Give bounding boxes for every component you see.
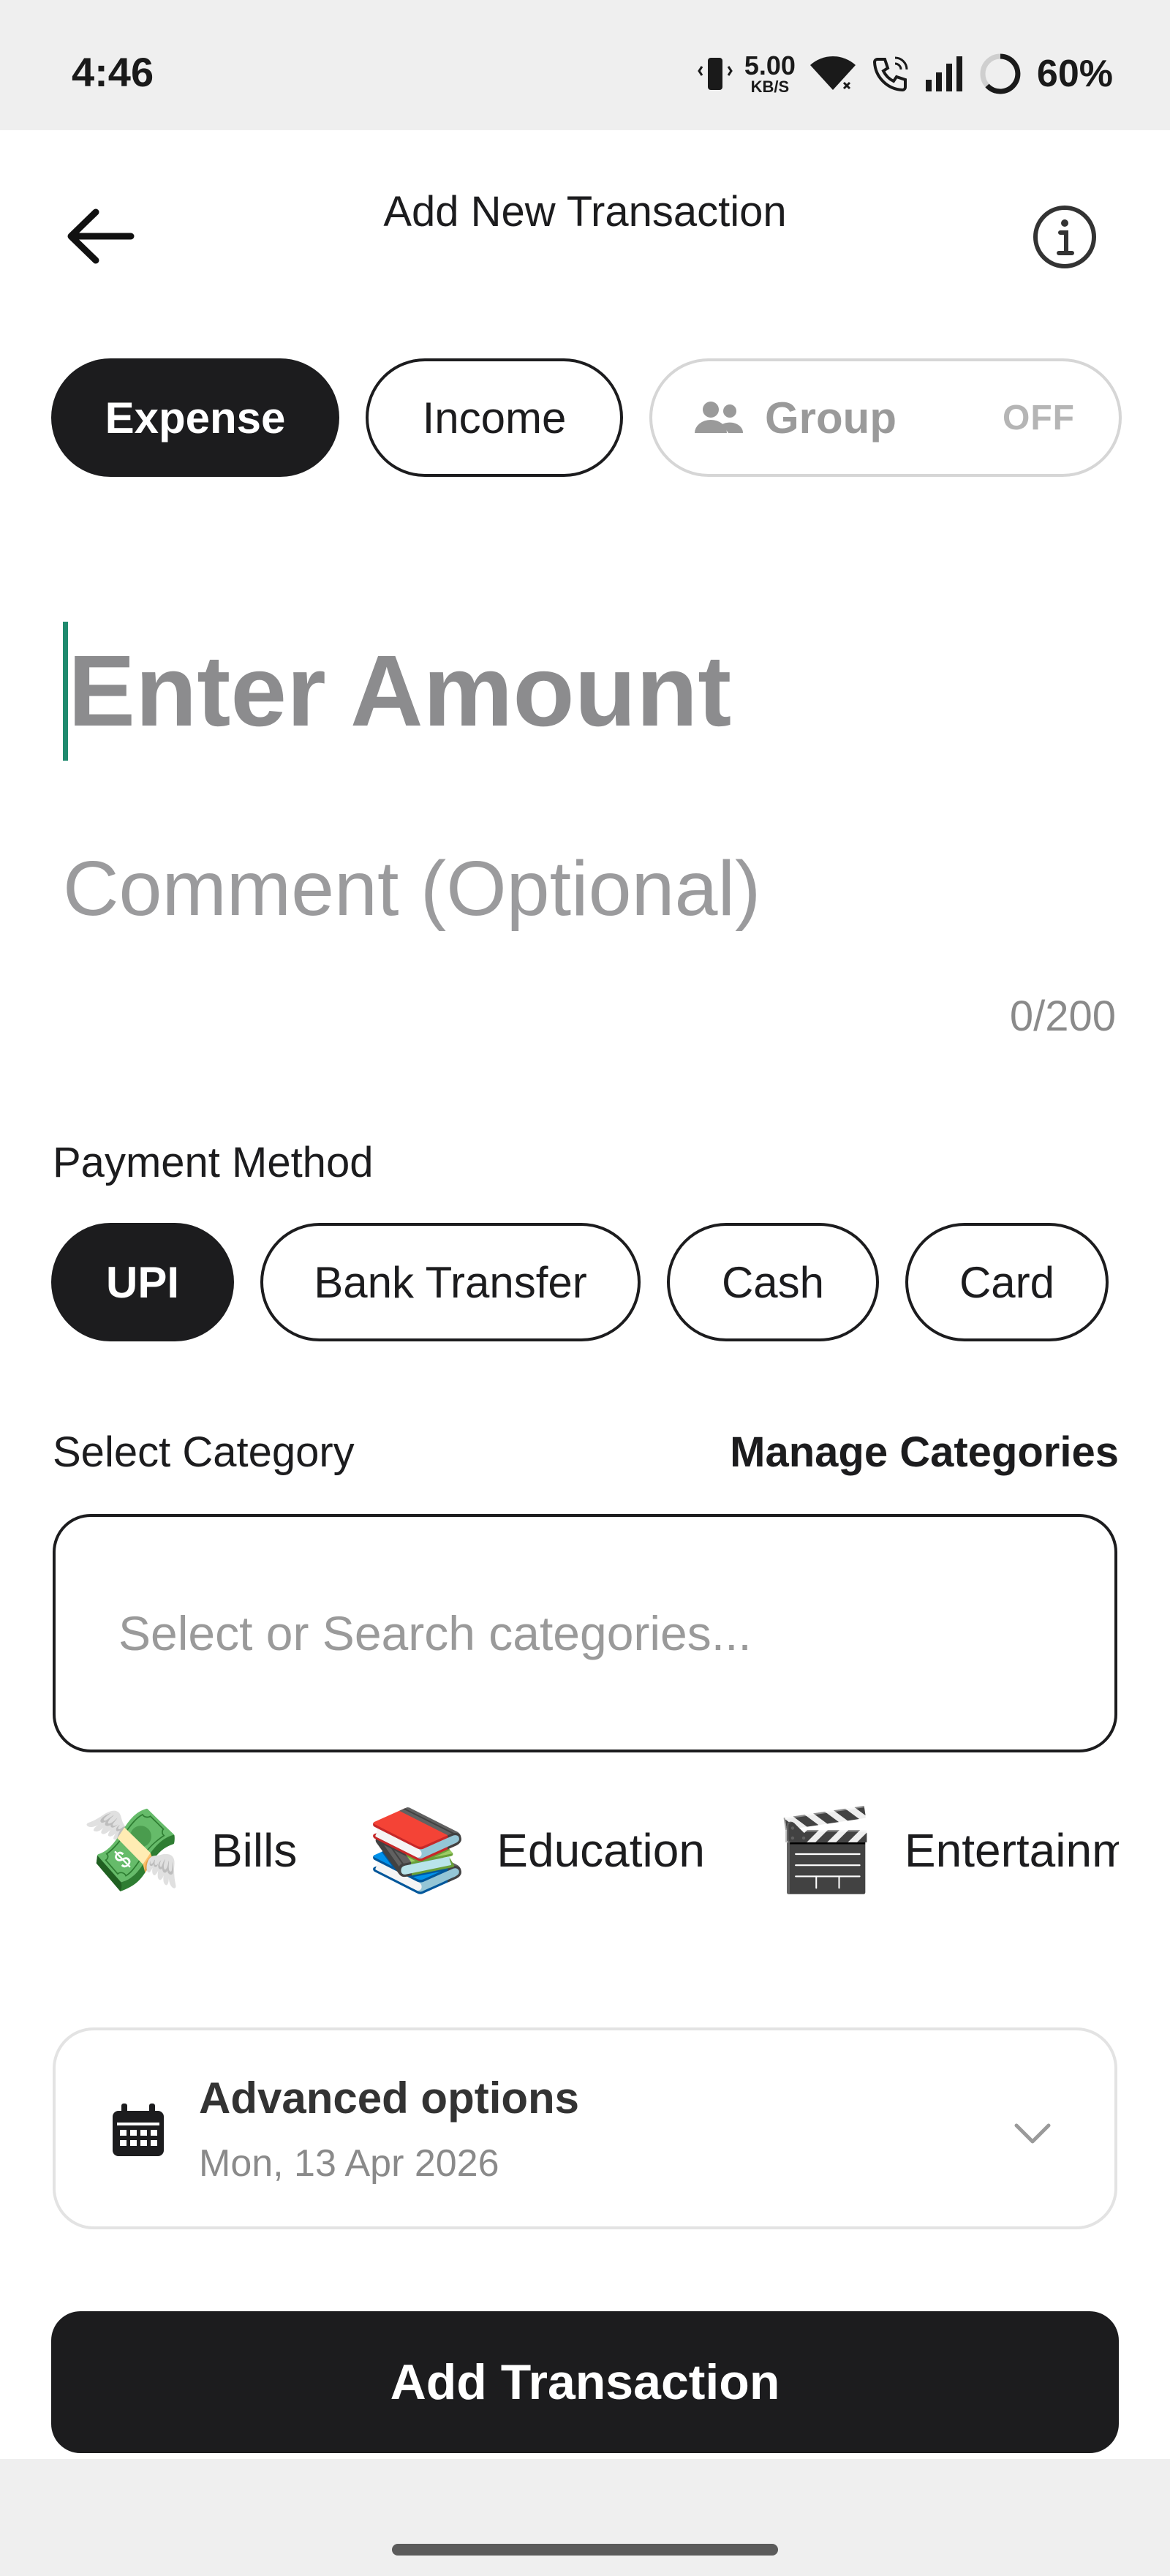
category-quick-chips: 💸 Bills 📚 Education 🎬 Entertainment bbox=[0, 1792, 1119, 1909]
payment-option-card[interactable]: Card bbox=[905, 1223, 1109, 1341]
advanced-options-title: Advanced options bbox=[199, 2074, 580, 2123]
clapper-board-icon: 🎬 bbox=[774, 1805, 875, 1895]
category-chip-bills[interactable]: 💸 Bills bbox=[82, 1810, 297, 1891]
payment-method-label: Payment Method bbox=[53, 1139, 374, 1186]
battery-ring-icon bbox=[980, 53, 1021, 94]
amount-input[interactable] bbox=[68, 633, 1019, 750]
wifi-calling-icon bbox=[872, 56, 908, 92]
home-gesture-handle[interactable] bbox=[392, 2544, 778, 2556]
people-icon bbox=[695, 402, 744, 433]
category-chip-entertainment[interactable]: 🎬 Entertainment bbox=[775, 1810, 1119, 1891]
books-icon: 📚 bbox=[367, 1805, 468, 1895]
category-chip-education[interactable]: 📚 Education bbox=[367, 1810, 705, 1891]
net-speed-unit: KB/S bbox=[750, 78, 790, 96]
net-speed: 5.00 KB/S bbox=[744, 53, 796, 95]
transaction-date: Mon, 13 Apr 2026 bbox=[199, 2142, 499, 2185]
vibrate-icon bbox=[698, 58, 733, 90]
category-chip-label: Education bbox=[497, 1824, 705, 1877]
status-time: 4:46 bbox=[72, 49, 154, 95]
group-label: Group bbox=[765, 393, 897, 442]
calendar-icon bbox=[113, 2104, 164, 2156]
advanced-options-card[interactable]: Advanced options Mon, 13 Apr 2026 bbox=[53, 2027, 1117, 2229]
group-toggle[interactable]: Group OFF bbox=[649, 358, 1122, 477]
status-icons: 5.00 KB/S 60% bbox=[698, 48, 1113, 99]
system-nav-bar bbox=[0, 2459, 1170, 2576]
battery-percent: 60% bbox=[1036, 53, 1113, 95]
select-category-label: Select Category bbox=[53, 1428, 355, 1476]
category-search-box[interactable] bbox=[53, 1514, 1117, 1752]
money-wings-icon: 💸 bbox=[82, 1805, 182, 1895]
info-icon[interactable] bbox=[1030, 202, 1100, 272]
signal-icon bbox=[925, 56, 962, 91]
group-toggle-left: Group bbox=[693, 393, 897, 443]
wifi-icon bbox=[809, 56, 856, 90]
payment-option-upi[interactable]: UPI bbox=[51, 1223, 234, 1341]
category-search-input[interactable] bbox=[118, 1605, 1114, 1661]
page-title: Add New Transaction bbox=[383, 188, 787, 236]
payment-option-cash[interactable]: Cash bbox=[667, 1223, 879, 1341]
category-chip-label: Entertainment bbox=[904, 1824, 1119, 1877]
status-bar: 4:46 5.00 KB/S 60% bbox=[0, 0, 1170, 130]
comment-input[interactable] bbox=[63, 834, 1116, 944]
manage-categories-link[interactable]: Manage Categories bbox=[730, 1428, 1119, 1477]
amount-field bbox=[63, 622, 1019, 761]
income-tab[interactable]: Income bbox=[366, 358, 623, 477]
transaction-type-toggle: Expense Income Group OFF bbox=[51, 358, 1122, 477]
app-header: Add New Transaction bbox=[0, 130, 1170, 335]
expense-tab[interactable]: Expense bbox=[51, 358, 339, 477]
chevron-down-icon bbox=[1014, 2123, 1051, 2144]
comment-char-counter: 0/200 bbox=[1009, 993, 1116, 1040]
add-transaction-button[interactable]: Add Transaction bbox=[51, 2311, 1119, 2453]
group-state: OFF bbox=[1003, 398, 1075, 437]
payment-option-bank-transfer[interactable]: Bank Transfer bbox=[260, 1223, 641, 1341]
payment-method-options: UPI Bank Transfer Cash Card bbox=[51, 1223, 1109, 1341]
category-chip-label: Bills bbox=[211, 1824, 298, 1877]
text-caret bbox=[63, 622, 68, 761]
net-speed-value: 5.00 bbox=[744, 50, 796, 80]
